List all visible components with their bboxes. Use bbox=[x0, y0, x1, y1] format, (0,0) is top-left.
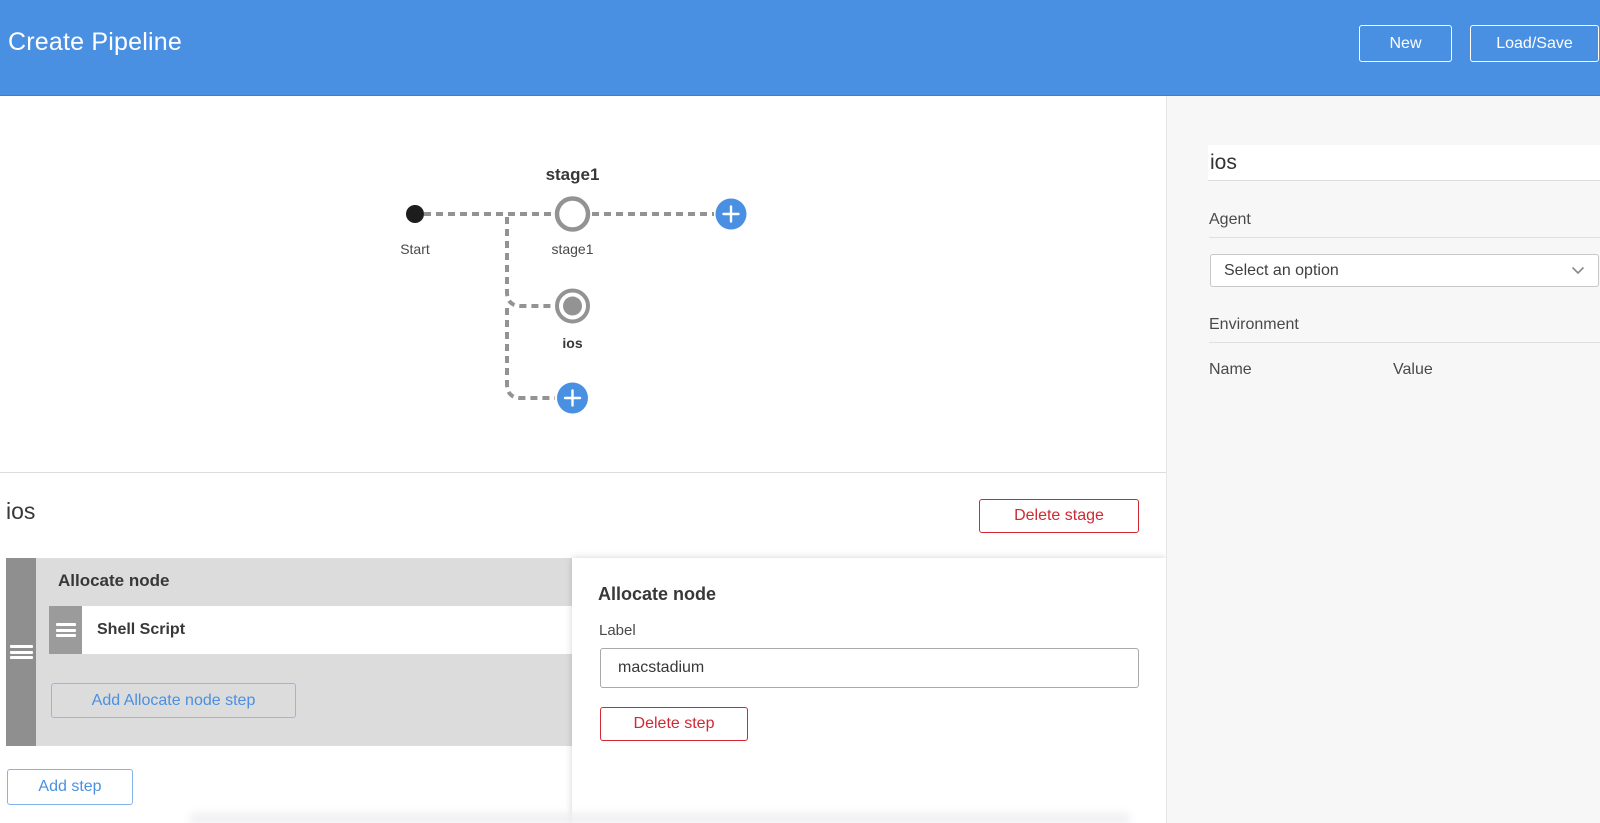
stage-node-ios[interactable] bbox=[557, 291, 588, 322]
stage-column-title: stage1 bbox=[546, 165, 600, 184]
env-name-header: Name bbox=[1209, 361, 1252, 379]
stage-name-field[interactable]: ios bbox=[1208, 145, 1600, 181]
page-title: Create Pipeline bbox=[8, 28, 182, 57]
step-row-shell-script[interactable]: Shell Script bbox=[49, 606, 572, 654]
step-label: Shell Script bbox=[82, 606, 572, 654]
environment-section-label: Environment bbox=[1209, 316, 1600, 343]
bottom-shadow bbox=[190, 813, 1130, 823]
add-parallel-stage-button[interactable] bbox=[557, 383, 588, 414]
chevron-down-icon bbox=[1571, 266, 1585, 275]
delete-stage-button[interactable]: Delete stage bbox=[979, 499, 1139, 533]
app-header: Create Pipeline New Load/Save bbox=[0, 0, 1600, 96]
new-pipeline-button[interactable]: New bbox=[1359, 25, 1452, 62]
add-step-button[interactable]: Add step bbox=[7, 769, 133, 805]
pipeline-editor-app: Create Pipeline New Load/Save bbox=[0, 0, 1600, 823]
stage-editor-heading: ios bbox=[6, 498, 35, 525]
stage-node-stage1[interactable] bbox=[557, 199, 588, 230]
step-detail-title: Allocate node bbox=[598, 584, 716, 605]
step-group-title: Allocate node bbox=[58, 571, 169, 591]
section-divider bbox=[0, 472, 1166, 473]
ios-node-label: ios bbox=[562, 335, 582, 351]
stage-name-value: ios bbox=[1208, 151, 1237, 175]
delete-step-button[interactable]: Delete step bbox=[600, 707, 748, 741]
stage-properties-sidebar: ios Agent Select an option Environment N… bbox=[1166, 96, 1600, 823]
load-save-button[interactable]: Load/Save bbox=[1470, 25, 1599, 62]
stage-drag-handle[interactable] bbox=[6, 558, 36, 746]
drag-handle-icon bbox=[10, 643, 33, 662]
start-node bbox=[406, 205, 424, 223]
step-detail-panel: Allocate node Label Delete step bbox=[572, 558, 1166, 823]
step-drag-handle[interactable] bbox=[49, 606, 82, 654]
pipeline-graph-svg: stage1 Start stage1 ios bbox=[0, 96, 1166, 472]
stage1-node-label: stage1 bbox=[551, 241, 593, 257]
stage-steps-card: Allocate node Shell Script Add Allocate … bbox=[6, 558, 572, 746]
agent-section-label: Agent bbox=[1209, 211, 1600, 238]
env-value-header: Value bbox=[1393, 361, 1433, 379]
label-field-caption: Label bbox=[599, 622, 636, 639]
add-allocate-node-step-button[interactable]: Add Allocate node step bbox=[51, 683, 296, 718]
steps-list: Allocate node Shell Script Add Allocate … bbox=[36, 558, 572, 746]
agent-select[interactable]: Select an option bbox=[1210, 254, 1599, 287]
add-stage-button[interactable] bbox=[716, 199, 747, 230]
label-input[interactable] bbox=[600, 648, 1139, 688]
pipeline-graph: stage1 Start stage1 ios bbox=[0, 96, 1166, 472]
environment-headers: Name Value bbox=[1209, 361, 1600, 389]
drag-handle-icon bbox=[56, 621, 76, 640]
start-node-label: Start bbox=[400, 241, 430, 257]
agent-select-value: Select an option bbox=[1224, 262, 1571, 280]
